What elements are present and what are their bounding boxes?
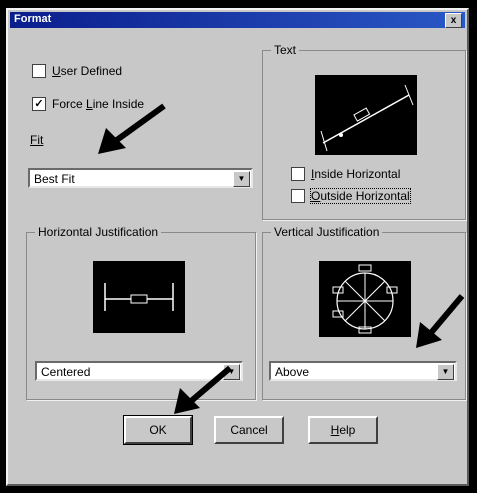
user-defined-option[interactable]: User Defined [32,64,122,78]
horizontal-justification-title: Horizontal Justification [35,225,162,239]
horizontal-justification-preview-icon [104,283,174,311]
title-bar: Format x [10,12,465,28]
vertical-justification-title: Vertical Justification [271,225,383,239]
text-placement-preview-icon [320,84,414,152]
pointer-arrow-icon [174,365,232,414]
outside-horizontal-checkbox[interactable] [291,189,305,203]
user-defined-checkbox[interactable] [32,64,46,78]
fit-select[interactable]: Best Fit ▼ [28,168,253,188]
horizontal-justification-preview [93,261,185,333]
inside-horizontal-label: Inside Horizontal [311,167,401,181]
pointer-arrow-icon [416,294,465,348]
inside-horizontal-option[interactable]: Inside Horizontal [291,167,400,181]
chevron-down-icon[interactable]: ▼ [233,171,250,187]
force-line-inside-checkbox[interactable]: ✓ [32,97,46,111]
pointer-arrow-icon [98,103,166,154]
cancel-button[interactable]: Cancel [214,416,284,444]
ok-button[interactable]: OK [123,415,193,445]
fit-select-value: Best Fit [34,172,75,186]
close-icon[interactable]: x [445,13,462,28]
vertical-justification-select[interactable]: Above ▼ [269,361,457,381]
dialog-title: Format [14,13,52,25]
chevron-down-icon[interactable]: ▼ [437,364,454,380]
horizontal-justification-value: Centered [41,365,91,379]
vertical-justification-preview-icon [332,264,398,334]
text-preview-image [315,75,417,155]
user-defined-label: User Defined [52,64,123,78]
text-group-title: Text [271,43,300,57]
fit-label: Fit [30,133,44,147]
vertical-justification-value: Above [275,365,310,379]
text-group: Text Inside Horizontal Outside Horizonta… [262,43,466,220]
vertical-justification-preview [319,261,411,337]
outside-horizontal-label: Outside Horizontal [310,188,411,204]
help-button[interactable]: Help [308,416,378,444]
outside-horizontal-option[interactable]: Outside Horizontal [291,188,411,204]
inside-horizontal-checkbox[interactable] [291,167,305,181]
